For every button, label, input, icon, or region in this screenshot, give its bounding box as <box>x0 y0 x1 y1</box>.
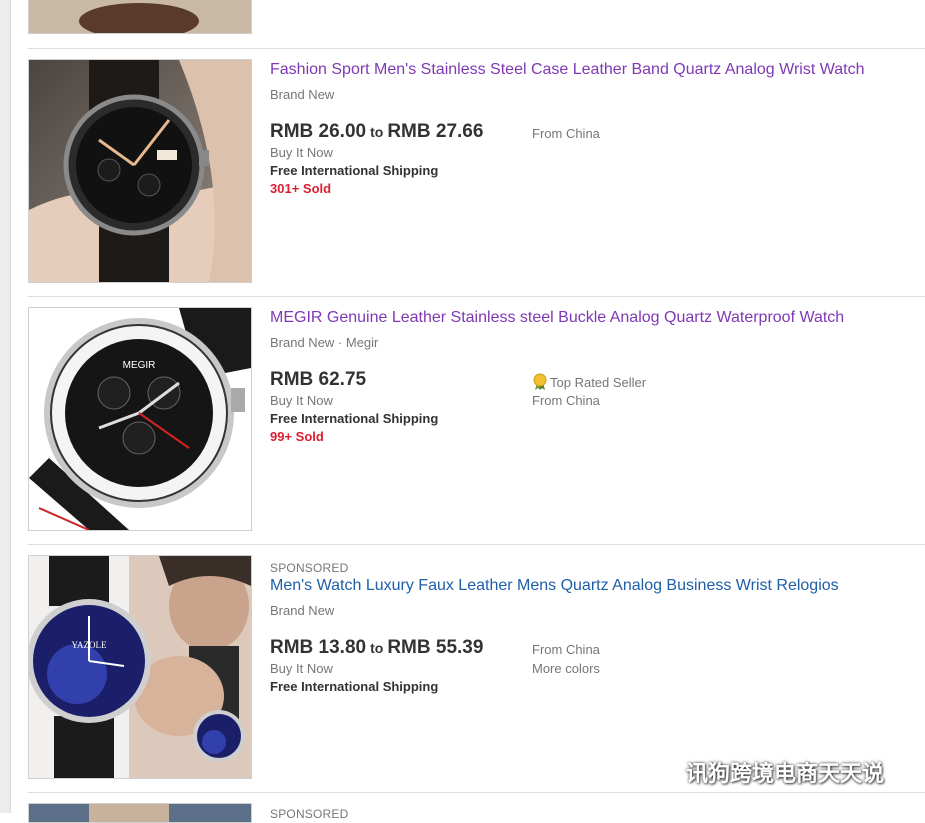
shipping-info: Free International Shipping <box>270 411 439 426</box>
price-high: RMB 55.39 <box>387 637 484 658</box>
watch-photo-image: YAZOLE <box>29 556 251 778</box>
listing-price: RMB 26.00 to RMB 27.66 <box>270 121 483 143</box>
watch-photo-image <box>29 60 251 282</box>
watch-brand-text: YAZOLE <box>72 640 107 650</box>
listing-partial-top <box>28 0 925 38</box>
price-high: RMB 27.66 <box>387 121 484 142</box>
listing-title-link[interactable]: Fashion Sport Men's Stainless Steel Case… <box>270 60 864 80</box>
top-rated-seller-badge: Top Rated Seller <box>532 373 646 391</box>
watch-photo-image: MEGIR <box>29 308 251 530</box>
sold-count: 301+ Sold <box>270 181 332 196</box>
listing-item: YAZOLE SPONSORED Men's Watch Luxury Faux… <box>28 555 925 783</box>
listing-condition: Brand New · Megir <box>270 335 379 350</box>
watermark-text: 讯狗跨境电商天天说 <box>686 761 885 786</box>
left-rail <box>0 0 11 813</box>
separator <box>28 296 925 297</box>
listing-condition: Brand New <box>270 603 335 618</box>
buy-format: Buy It Now <box>270 661 333 676</box>
listing-image[interactable]: MEGIR <box>28 307 252 531</box>
listing-title-link[interactable]: MEGIR Genuine Leather Stainless steel Bu… <box>270 308 844 328</box>
price-low: RMB 13.80 <box>270 637 367 658</box>
listing-image[interactable] <box>28 803 252 823</box>
item-location: From China <box>532 642 600 657</box>
more-colors-link[interactable]: More colors <box>532 661 600 676</box>
listing-title-link[interactable]: Men's Watch Luxury Faux Leather Mens Qua… <box>270 576 839 596</box>
watch-photo-image <box>29 0 251 33</box>
sponsored-label: SPONSORED <box>270 561 349 575</box>
wechat-icon <box>641 757 678 786</box>
listing-condition: Brand New <box>270 87 335 102</box>
shipping-info: Free International Shipping <box>270 163 439 178</box>
listing-image[interactable] <box>28 0 252 34</box>
medal-icon <box>533 373 547 390</box>
separator <box>28 48 925 49</box>
listing-image[interactable] <box>28 59 252 283</box>
price-low: RMB 26.00 <box>270 121 367 142</box>
sold-count: 99+ Sold <box>270 429 324 444</box>
price-to: to <box>370 640 384 656</box>
item-location: From China <box>532 126 600 141</box>
seller-badge-label: Top Rated Seller <box>550 374 647 390</box>
separator <box>28 792 925 793</box>
buy-format: Buy It Now <box>270 393 333 408</box>
watch-brand-text: MEGIR <box>123 360 156 371</box>
listing-partial-bottom: SPONSORED <box>28 803 925 823</box>
watermark: 讯狗跨境电商天天说 <box>640 755 884 789</box>
buy-format: Buy It Now <box>270 145 333 160</box>
listing-price: RMB 13.80 to RMB 55.39 <box>270 637 483 659</box>
shipping-info: Free International Shipping <box>270 679 439 694</box>
listing-price: RMB 62.75 <box>270 369 367 390</box>
sponsored-label: SPONSORED <box>270 807 349 821</box>
item-location: From China <box>532 393 600 408</box>
watch-photo-image <box>29 804 251 822</box>
listing-image[interactable]: YAZOLE <box>28 555 252 779</box>
price-to: to <box>370 124 384 140</box>
listing-item: MEGIR MEGIR Genuine Leather Stainless st… <box>28 307 925 535</box>
separator <box>28 544 925 545</box>
listing-item: Fashion Sport Men's Stainless Steel Case… <box>28 59 925 287</box>
